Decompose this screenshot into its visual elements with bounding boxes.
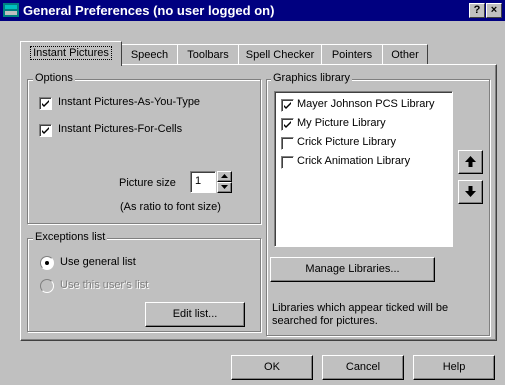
library-checkbox[interactable] — [281, 99, 294, 112]
arrow-down-icon — [465, 186, 476, 197]
help-button[interactable]: Help — [413, 355, 495, 380]
library-checkbox[interactable] — [281, 118, 294, 131]
tab-other[interactable]: Other — [382, 44, 428, 65]
arrow-up-icon — [465, 156, 476, 167]
library-item-label[interactable]: Mayer Johnson PCS Library — [297, 98, 435, 110]
tab-spell-checker[interactable]: Spell Checker — [238, 44, 322, 65]
library-item-label[interactable]: Crick Picture Library — [297, 136, 396, 148]
title-bar: General Preferences (no user logged on) … — [0, 0, 505, 21]
ok-button[interactable]: OK — [231, 355, 313, 380]
app-icon — [3, 3, 19, 17]
instant-pictures-as-you-type-label[interactable]: Instant Pictures-As-You-Type — [58, 96, 200, 108]
help-titlebar-button[interactable]: ? — [469, 3, 485, 18]
library-list[interactable] — [274, 91, 453, 247]
exceptions-group-label: Exceptions list — [33, 231, 108, 243]
window-title: General Preferences (no user logged on) — [23, 3, 275, 18]
tab-toolbars[interactable]: Toolbars — [177, 44, 239, 65]
spin-down-icon — [221, 185, 228, 189]
ratio-note: (As ratio to font size) — [120, 201, 221, 213]
tab-pointers[interactable]: Pointers — [321, 44, 383, 65]
library-checkbox[interactable] — [281, 137, 294, 150]
use-general-list-label[interactable]: Use general list — [60, 256, 136, 268]
options-group-label: Options — [33, 72, 75, 84]
tab-speech[interactable]: Speech — [121, 44, 178, 65]
cancel-button[interactable]: Cancel — [322, 355, 404, 380]
move-up-button[interactable] — [458, 150, 483, 174]
manage-libraries-button[interactable]: Manage Libraries... — [270, 257, 435, 282]
instant-pictures-for-cells-label[interactable]: Instant Pictures-For-Cells — [58, 123, 182, 135]
tab-instant-pictures[interactable]: Instant Pictures — [20, 41, 122, 66]
graphics-library-group-label: Graphics library — [271, 72, 353, 84]
close-button[interactable]: × — [486, 3, 502, 18]
library-checkbox[interactable] — [281, 156, 294, 169]
move-down-button[interactable] — [458, 180, 483, 204]
libraries-note: Libraries which appear ticked will be se… — [272, 302, 449, 327]
use-users-list-radio — [40, 279, 54, 293]
picture-size-down-button[interactable] — [217, 182, 232, 193]
edit-list-button[interactable]: Edit list... — [145, 302, 245, 327]
picture-size-up-button[interactable] — [217, 171, 232, 182]
instant-pictures-as-you-type-checkbox[interactable] — [39, 97, 52, 110]
picture-size-label: Picture size — [119, 177, 176, 189]
library-item-label[interactable]: Crick Animation Library — [297, 155, 410, 167]
use-users-list-label: Use this user's list — [60, 279, 149, 291]
library-item-label[interactable]: My Picture Library — [297, 117, 386, 129]
spin-up-icon — [221, 174, 228, 178]
picture-size-value: 1 — [195, 175, 202, 187]
use-general-list-radio[interactable] — [40, 256, 54, 270]
instant-pictures-for-cells-checkbox[interactable] — [39, 124, 52, 137]
picture-size-input[interactable]: 1 — [190, 171, 216, 193]
